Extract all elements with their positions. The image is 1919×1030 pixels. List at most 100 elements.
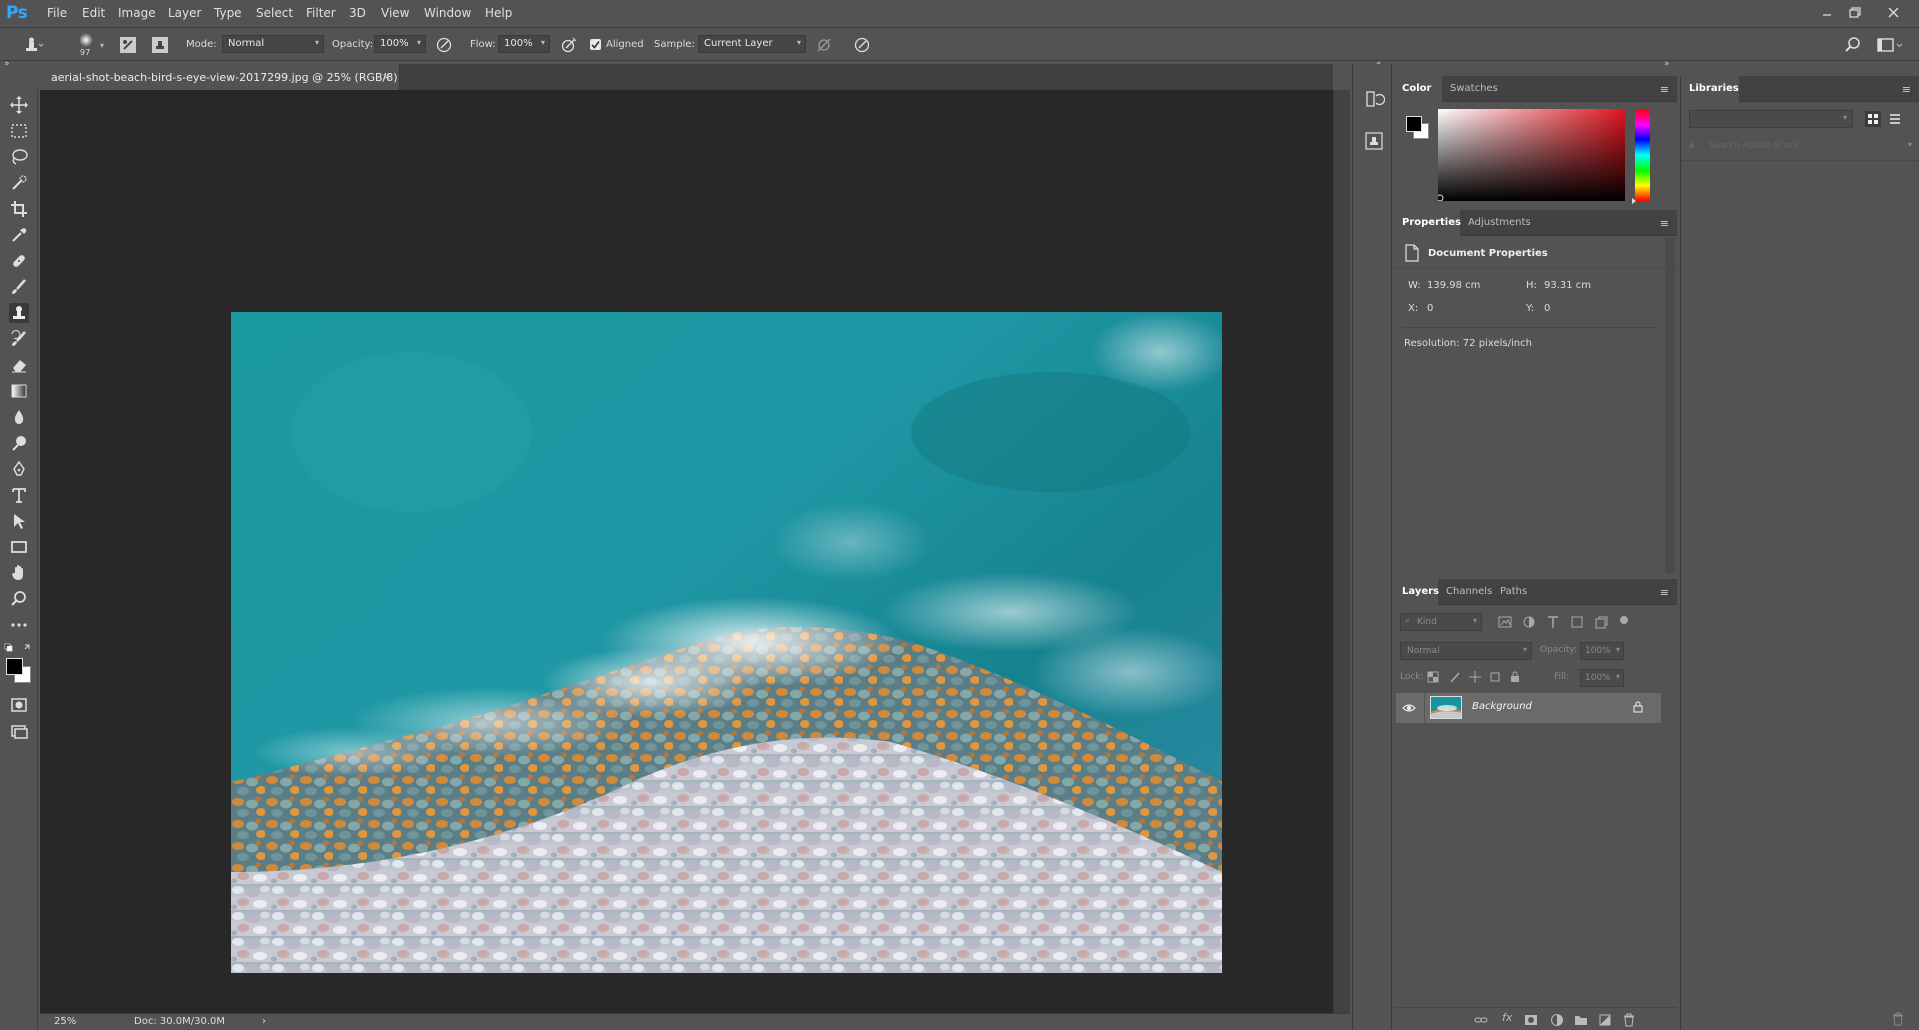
- path-select-icon[interactable]: [9, 511, 29, 531]
- panel-menu-icon[interactable]: ≡: [1660, 217, 1669, 230]
- filter-adjustment-icon[interactable]: [1522, 615, 1536, 629]
- stock-search[interactable]: ⌕ Search Adobe Stock ▾: [1689, 138, 1914, 156]
- delete-layer-icon[interactable]: [1622, 1013, 1636, 1027]
- width-value[interactable]: 139.98 cm: [1427, 280, 1480, 291]
- filter-smart-object-icon[interactable]: [1594, 615, 1608, 629]
- sample-select[interactable]: Current Layer ▾: [698, 35, 806, 53]
- collapse-panels-icon[interactable]: »: [1664, 59, 1670, 69]
- pressure-size-icon[interactable]: [852, 35, 872, 55]
- expand-panels-icon[interactable]: »: [4, 59, 10, 69]
- lock-artboard-icon[interactable]: [1489, 671, 1501, 683]
- document-image[interactable]: [231, 312, 1222, 973]
- lock-pixels-icon[interactable]: [1449, 671, 1461, 683]
- y-value[interactable]: 0: [1544, 303, 1550, 314]
- tab-libraries[interactable]: Libraries: [1681, 76, 1739, 102]
- menu-type[interactable]: Type: [214, 6, 242, 20]
- clone-stamp-preset-icon[interactable]: [20, 35, 44, 55]
- layer-name[interactable]: Background: [1472, 701, 1532, 712]
- more-tools-icon[interactable]: [9, 615, 29, 635]
- new-group-icon[interactable]: [1574, 1013, 1588, 1027]
- history-panel-icon[interactable]: [1363, 88, 1385, 110]
- color-field[interactable]: [1438, 109, 1625, 201]
- dodge-icon[interactable]: [9, 433, 29, 453]
- menu-view[interactable]: View: [381, 6, 409, 20]
- tab-paths[interactable]: Paths: [1492, 579, 1535, 605]
- new-layer-icon[interactable]: [1598, 1013, 1612, 1027]
- link-layers-icon[interactable]: [1474, 1013, 1488, 1027]
- new-adjustment-layer-icon[interactable]: [1550, 1013, 1564, 1027]
- menu-edit[interactable]: Edit: [82, 6, 105, 20]
- hand-icon[interactable]: [9, 563, 29, 583]
- filter-pixel-icon[interactable]: [1498, 615, 1512, 629]
- tab-properties[interactable]: Properties: [1394, 210, 1461, 236]
- opacity-field[interactable]: 100% ▾: [374, 35, 426, 53]
- brush-preset-picker[interactable]: 97: [74, 32, 98, 58]
- tab-channels[interactable]: Channels: [1438, 579, 1500, 605]
- tab-adjustments[interactable]: Adjustments: [1460, 210, 1539, 236]
- menu-select[interactable]: Select: [256, 6, 293, 20]
- default-colors-icon[interactable]: [4, 642, 32, 654]
- menu-window[interactable]: Window: [424, 6, 471, 20]
- quick-select-icon[interactable]: [9, 173, 29, 193]
- filter-type-icon[interactable]: [1546, 615, 1560, 629]
- marquee-icon[interactable]: [9, 121, 29, 141]
- foreground-color-swatch[interactable]: [6, 658, 23, 675]
- menu-layer[interactable]: Layer: [168, 6, 201, 20]
- tab-layers[interactable]: Layers: [1394, 579, 1439, 605]
- document-tab[interactable]: aerial-shot-beach-bird-s-eye-view-201729…: [40, 64, 400, 90]
- brush-icon[interactable]: [9, 277, 29, 297]
- layer-fill-field[interactable]: 100% ▾: [1580, 669, 1624, 687]
- foreground-background-swatches[interactable]: [5, 656, 35, 684]
- rectangle-icon[interactable]: [9, 537, 29, 557]
- foreground-color-chip[interactable]: [1406, 116, 1422, 132]
- menu-help[interactable]: Help: [485, 6, 512, 20]
- vertical-scrollbar[interactable]: [1333, 90, 1350, 1013]
- ignore-adjustment-layers-icon[interactable]: [814, 35, 834, 55]
- gradient-icon[interactable]: [9, 381, 29, 401]
- tab-swatches[interactable]: Swatches: [1442, 76, 1506, 102]
- layer-filter-kind[interactable]: ⌕ Kind ▾: [1400, 613, 1482, 631]
- grid-view-icon[interactable]: [1865, 111, 1881, 127]
- eye-icon[interactable]: [1402, 701, 1416, 715]
- menu-file[interactable]: File: [47, 6, 67, 20]
- filter-shape-icon[interactable]: [1570, 615, 1584, 629]
- x-value[interactable]: 0: [1427, 303, 1433, 314]
- filter-toggle-icon[interactable]: [1620, 616, 1628, 624]
- pen-icon[interactable]: [9, 459, 29, 479]
- layer-row-background[interactable]: Background: [1396, 693, 1661, 723]
- quick-mask-icon[interactable]: [9, 695, 29, 715]
- add-mask-icon[interactable]: [1524, 1013, 1538, 1027]
- zoom-level[interactable]: 25%: [54, 1016, 76, 1027]
- type-icon[interactable]: [9, 485, 29, 505]
- tab-color[interactable]: Color: [1394, 76, 1442, 102]
- history-brush-icon[interactable]: [9, 329, 29, 349]
- crop-icon[interactable]: [9, 199, 29, 219]
- status-menu-arrow[interactable]: ›: [262, 1016, 266, 1027]
- list-view-icon[interactable]: [1887, 111, 1903, 127]
- eyedropper-icon[interactable]: [9, 225, 29, 245]
- properties-scrollbar[interactable]: [1665, 238, 1675, 573]
- restore-icon[interactable]: [1845, 4, 1865, 22]
- blur-icon[interactable]: [9, 407, 29, 427]
- canvas-area[interactable]: [40, 90, 1333, 1013]
- clone-source-panel-icon[interactable]: [1363, 130, 1385, 152]
- flow-field[interactable]: 100% ▾: [498, 35, 550, 53]
- panel-menu-icon[interactable]: ≡: [1660, 586, 1669, 599]
- eraser-icon[interactable]: [9, 355, 29, 375]
- lock-icon[interactable]: [1632, 701, 1644, 713]
- chevron-down-icon[interactable]: ▾: [100, 41, 104, 50]
- mode-select[interactable]: Normal ▾: [222, 35, 324, 53]
- panel-menu-icon[interactable]: ≡: [1902, 83, 1911, 96]
- layer-opacity-field[interactable]: 100% ▾: [1580, 642, 1624, 660]
- airbrush-icon[interactable]: [558, 35, 578, 55]
- clone-source-icon[interactable]: [150, 35, 170, 55]
- screen-mode-icon[interactable]: [9, 721, 29, 741]
- color-swatches[interactable]: [1404, 113, 1432, 141]
- zoom-icon[interactable]: [9, 589, 29, 609]
- fx-icon[interactable]: fx: [1502, 1011, 1512, 1024]
- search-icon[interactable]: [1843, 35, 1863, 55]
- delete-icon[interactable]: [1891, 1012, 1905, 1026]
- lock-position-icon[interactable]: [1469, 671, 1481, 683]
- pressure-opacity-icon[interactable]: [434, 35, 454, 55]
- move-icon[interactable]: [9, 95, 29, 115]
